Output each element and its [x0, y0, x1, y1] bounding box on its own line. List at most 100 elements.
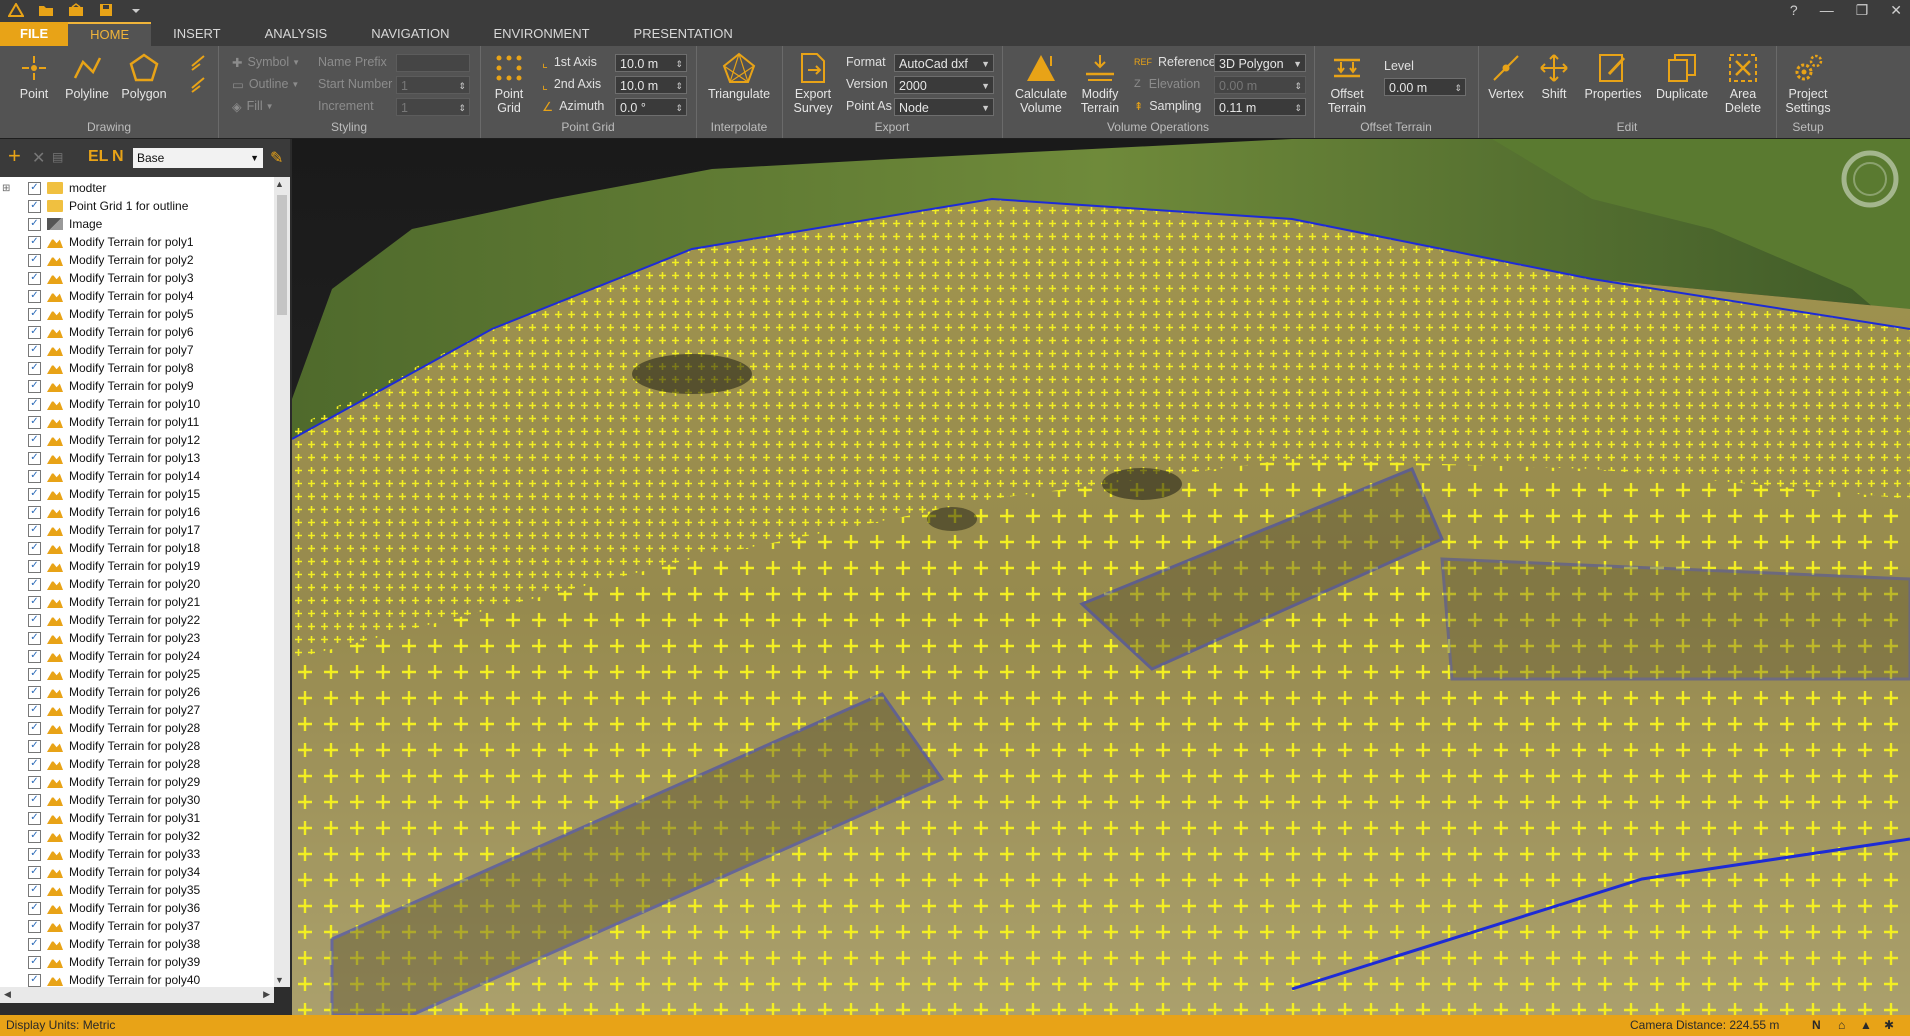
layer-item[interactable]: ✓ Modify Terrain for poly18 [0, 539, 200, 557]
tab-file[interactable]: FILE [0, 22, 69, 46]
layer-visibility-checkbox[interactable]: ✓ [28, 865, 41, 879]
layer-item[interactable]: ✓ Modify Terrain for poly38 [0, 935, 200, 953]
restore-button[interactable]: ❐ [1856, 2, 1869, 19]
layer-item[interactable]: ✓ Modify Terrain for poly17 [0, 521, 200, 539]
layer-visibility-checkbox[interactable]: ✓ [28, 631, 41, 645]
layer-visibility-checkbox[interactable]: ✓ [28, 541, 41, 555]
pencil-icon[interactable]: ✎ [270, 148, 283, 168]
layer-visibility-checkbox[interactable]: ✓ [28, 811, 41, 825]
layer-visibility-checkbox[interactable]: ✓ [28, 199, 41, 213]
tab-presentation[interactable]: PRESENTATION [612, 22, 755, 46]
version-select[interactable]: 2000 ▼ [894, 76, 994, 94]
layer-visibility-checkbox[interactable]: ✓ [28, 271, 41, 285]
reference-select[interactable]: 3D Polygon ▼ [1214, 54, 1306, 72]
layer-item[interactable]: ✓ Modify Terrain for poly14 [0, 467, 200, 485]
layer-item[interactable]: ✓ Modify Terrain for poly24 [0, 647, 200, 665]
layer-item[interactable]: ✓ Modify Terrain for poly15 [0, 485, 200, 503]
layer-visibility-checkbox[interactable]: ✓ [28, 757, 41, 771]
layer-visibility-checkbox[interactable]: ✓ [28, 415, 41, 429]
polygon-button[interactable]: Polygon [120, 52, 168, 101]
layer-item[interactable]: ✓ Modify Terrain for poly35 [0, 881, 200, 899]
layer-item[interactable]: ✓ Modify Terrain for poly12 [0, 431, 200, 449]
layer-visibility-checkbox[interactable]: ✓ [28, 649, 41, 663]
layer-visibility-checkbox[interactable]: ✓ [28, 739, 41, 753]
north-indicator[interactable]: N [1812, 1015, 1821, 1036]
polyline-button[interactable]: Polyline [64, 52, 110, 101]
elevation-input[interactable]: 0.00 m ⇕ [1214, 76, 1306, 94]
spinner-icon[interactable]: ⇕ [1454, 79, 1462, 97]
calculate-volume-button[interactable]: Calculate Volume [1010, 52, 1072, 115]
layer-item[interactable]: ✓ Modify Terrain for poly16 [0, 503, 200, 521]
layer-visibility-checkbox[interactable]: ✓ [28, 667, 41, 681]
spinner-icon[interactable]: ⇕ [458, 77, 466, 95]
layer-visibility-checkbox[interactable]: ✓ [28, 919, 41, 933]
3d-viewport[interactable] [292, 139, 1910, 1015]
scroll-thumb[interactable] [277, 195, 287, 315]
layer-item[interactable]: ✓ Modify Terrain for poly13 [0, 449, 200, 467]
layer-visibility-checkbox[interactable]: ✓ [28, 613, 41, 627]
level-input[interactable]: 0.00 m ⇕ [1384, 78, 1466, 96]
layer-visibility-checkbox[interactable]: ✓ [28, 307, 41, 321]
layer-item[interactable]: ✓ Modify Terrain for poly19 [0, 557, 200, 575]
layer-visibility-checkbox[interactable]: ✓ [28, 235, 41, 249]
layer-visibility-checkbox[interactable]: ✓ [28, 703, 41, 717]
spinner-icon[interactable]: ⇕ [1294, 99, 1302, 117]
layer-item[interactable]: ✓ Modify Terrain for poly31 [0, 809, 200, 827]
increment-input[interactable]: 1 ⇕ [396, 98, 470, 116]
properties-layer-icon[interactable]: ▤ [52, 150, 63, 164]
layer-item[interactable]: ✓ Modify Terrain for poly28 [0, 737, 200, 755]
layer-visibility-checkbox[interactable]: ✓ [28, 289, 41, 303]
tab-analysis[interactable]: ANALYSIS [243, 22, 350, 46]
layer-visibility-checkbox[interactable]: ✓ [28, 181, 41, 195]
layer-item[interactable]: ✓ Modify Terrain for poly4 [0, 287, 194, 305]
layer-item[interactable]: ✓ Modify Terrain for poly40 [0, 971, 200, 987]
tab-navigation[interactable]: NAVIGATION [349, 22, 471, 46]
qat-dropdown-icon[interactable] [128, 2, 144, 18]
modify-terrain-button[interactable]: Modify Terrain [1074, 52, 1126, 115]
settings-small-icon[interactable]: ✱ [1884, 1015, 1894, 1036]
add-layer-icon[interactable]: + [8, 145, 21, 167]
tab-home[interactable]: HOME [68, 22, 152, 46]
layer-item[interactable]: ✓ Modify Terrain for poly33 [0, 845, 200, 863]
point-as-select[interactable]: Node ▼ [894, 98, 994, 116]
layer-visibility-checkbox[interactable]: ✓ [28, 433, 41, 447]
scroll-right-icon[interactable]: ▶ [263, 989, 270, 1000]
expand-icon[interactable]: ⊞ [2, 183, 16, 194]
name-prefix-input[interactable] [396, 54, 470, 72]
layer-visibility-checkbox[interactable]: ✓ [28, 325, 41, 339]
open-project-icon[interactable] [68, 2, 84, 18]
close-button[interactable]: ✕ [1890, 2, 1902, 19]
spinner-icon[interactable]: ⇕ [675, 55, 683, 73]
outline-dropdown[interactable]: ▭ Outline ▼ [232, 74, 299, 94]
layer-visibility-checkbox[interactable]: ✓ [28, 775, 41, 789]
symbol-dropdown[interactable]: ✚ Symbol ▼ [232, 52, 300, 72]
tree-vertical-scrollbar[interactable]: ▲ ▼ [274, 177, 290, 987]
layer-item[interactable]: ✓ Modify Terrain for poly29 [0, 773, 200, 791]
layer-visibility-checkbox[interactable]: ✓ [28, 829, 41, 843]
spinner-icon[interactable]: ⇕ [458, 99, 466, 117]
spinner-icon[interactable]: ⇕ [675, 77, 683, 95]
axis2-input[interactable]: 10.0 m ⇕ [615, 76, 687, 94]
scroll-down-icon[interactable]: ▼ [275, 975, 284, 985]
save-icon[interactable] [98, 2, 114, 18]
fill-dropdown[interactable]: ◈ Fill ▼ [232, 96, 274, 116]
layer-visibility-checkbox[interactable]: ✓ [28, 577, 41, 591]
format-select[interactable]: AutoCad dxf ▼ [894, 54, 994, 72]
axis1-input[interactable]: 10.0 m ⇕ [615, 54, 687, 72]
layer-item[interactable]: ✓ Modify Terrain for poly22 [0, 611, 200, 629]
layer-item[interactable]: ⊞ ✓ modter [0, 179, 106, 197]
project-settings-button[interactable]: Project Settings [1780, 52, 1836, 115]
start-number-input[interactable]: 1 ⇕ [396, 76, 470, 94]
layer-visibility-checkbox[interactable]: ✓ [28, 955, 41, 969]
layer-visibility-checkbox[interactable]: ✓ [28, 559, 41, 573]
home-icon[interactable]: ⌂ [1838, 1015, 1845, 1036]
draw-tools-icon[interactable] [190, 54, 208, 97]
layer-visibility-checkbox[interactable]: ✓ [28, 253, 41, 267]
layer-item[interactable]: ✓ Point Grid 1 for outline [0, 197, 188, 215]
terrain-scene[interactable] [292, 139, 1910, 1015]
delete-layer-icon[interactable]: ✕ [32, 148, 45, 168]
layer-item[interactable]: ✓ Modify Terrain for poly28 [0, 719, 200, 737]
layer-item[interactable]: ✓ Modify Terrain for poly8 [0, 359, 194, 377]
layer-item[interactable]: ✓ Modify Terrain for poly7 [0, 341, 194, 359]
layer-visibility-checkbox[interactable]: ✓ [28, 973, 41, 987]
